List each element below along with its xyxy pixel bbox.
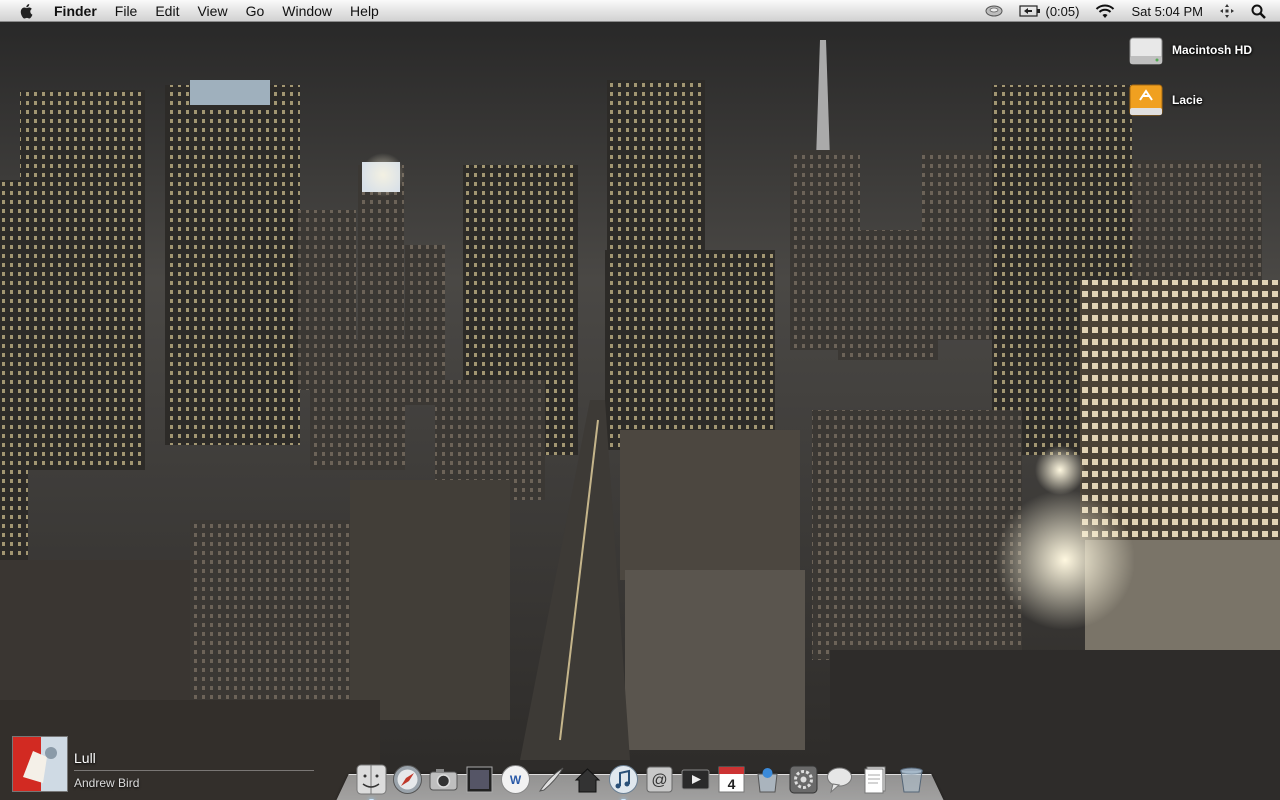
desktop-icon-lacie[interactable]: Lacie xyxy=(1128,82,1203,118)
dock-item-dvd-player[interactable] xyxy=(680,764,711,795)
dock-item-safari[interactable] xyxy=(392,764,423,795)
desktop-icon-macintosh-hd[interactable]: Macintosh HD xyxy=(1128,32,1252,68)
spotlight-search-icon xyxy=(1251,4,1266,19)
dock-item-word[interactable]: W xyxy=(500,764,531,795)
calendar-icon: 4 xyxy=(718,766,745,793)
dock-item-mail[interactable]: @ xyxy=(644,764,675,795)
at-sign-icon: @ xyxy=(646,766,673,793)
spaces-icon xyxy=(1220,4,1234,18)
menu-extras: (0:05) Sat 5:04 PM xyxy=(977,0,1280,22)
menu-window[interactable]: Window xyxy=(273,0,341,22)
track-title: Lull xyxy=(74,750,96,766)
word-document-icon: W xyxy=(501,765,530,794)
clock[interactable]: Sat 5:04 PM xyxy=(1123,0,1211,22)
dock-item-ichat[interactable] xyxy=(824,764,855,795)
desktop-icon-label: Macintosh HD xyxy=(1172,43,1253,57)
dock-item-script-editor[interactable] xyxy=(536,764,567,795)
camera-icon xyxy=(429,769,458,791)
calendar-day: 4 xyxy=(728,776,736,792)
stack-icon xyxy=(757,768,778,793)
battery-time: (0:05) xyxy=(1045,3,1080,19)
track-progress-line xyxy=(74,770,314,771)
apple-menu-icon[interactable] xyxy=(18,2,36,20)
menu-bar: Finder File Edit View Go Window Help (0:… xyxy=(0,0,1280,22)
battery-status[interactable]: (0:05) xyxy=(1011,0,1087,22)
disk-eject-icon xyxy=(985,5,1003,17)
menu-file[interactable]: File xyxy=(106,0,147,22)
wifi-status[interactable] xyxy=(1087,0,1123,22)
wifi-icon xyxy=(1096,4,1115,18)
dock-item-documents-stack[interactable] xyxy=(860,764,891,795)
finder-icon xyxy=(356,764,387,795)
safari-compass-icon xyxy=(393,765,422,794)
desktop-wallpaper xyxy=(0,0,1280,800)
album-art-image xyxy=(13,737,67,791)
album-artwork xyxy=(12,736,68,792)
menu-view[interactable]: View xyxy=(188,0,236,22)
menu-go[interactable]: Go xyxy=(237,0,274,22)
dock-item-system-preferences[interactable] xyxy=(788,764,819,795)
firewire-drive-icon xyxy=(1129,84,1163,116)
dock: W @ 4 xyxy=(356,755,927,800)
dock-item-finder[interactable] xyxy=(356,764,387,800)
now-playing-info: Lull Andrew Bird xyxy=(74,736,314,790)
play-icon xyxy=(681,769,710,790)
battery-icon xyxy=(1019,5,1041,17)
dock-item-automator[interactable] xyxy=(572,764,603,795)
desktop-icon-label: Lacie xyxy=(1172,93,1203,107)
time-machine-status[interactable] xyxy=(977,0,1011,22)
hard-drive-icon xyxy=(1129,37,1163,65)
dock-item-itunes[interactable] xyxy=(608,764,639,800)
dock-item-photo[interactable] xyxy=(464,764,495,795)
house-icon xyxy=(574,768,601,793)
city-skyline-image xyxy=(0,0,1280,800)
spotlight-button[interactable] xyxy=(1243,0,1280,22)
music-note-icon xyxy=(609,765,638,794)
chat-icon xyxy=(827,767,852,794)
svg-text:@: @ xyxy=(651,772,667,789)
dock-item-ical[interactable]: 4 xyxy=(716,764,747,795)
spaces-status[interactable] xyxy=(1211,0,1243,22)
quill-icon xyxy=(538,767,564,792)
svg-text:W: W xyxy=(510,773,522,787)
dock-item-trash[interactable] xyxy=(896,764,927,795)
now-playing-widget[interactable]: Lull Andrew Bird xyxy=(12,736,314,796)
trash-icon xyxy=(900,767,923,793)
dock-item-applications-stack[interactable] xyxy=(752,764,783,795)
menu-help[interactable]: Help xyxy=(341,0,388,22)
dock-item-camera[interactable] xyxy=(428,764,459,795)
documents-icon xyxy=(864,766,886,794)
photo-frame-icon xyxy=(466,766,493,793)
gear-icon xyxy=(789,765,818,794)
menu-app-finder[interactable]: Finder xyxy=(50,0,106,22)
track-artist: Andrew Bird xyxy=(74,776,140,790)
menu-edit[interactable]: Edit xyxy=(146,0,188,22)
